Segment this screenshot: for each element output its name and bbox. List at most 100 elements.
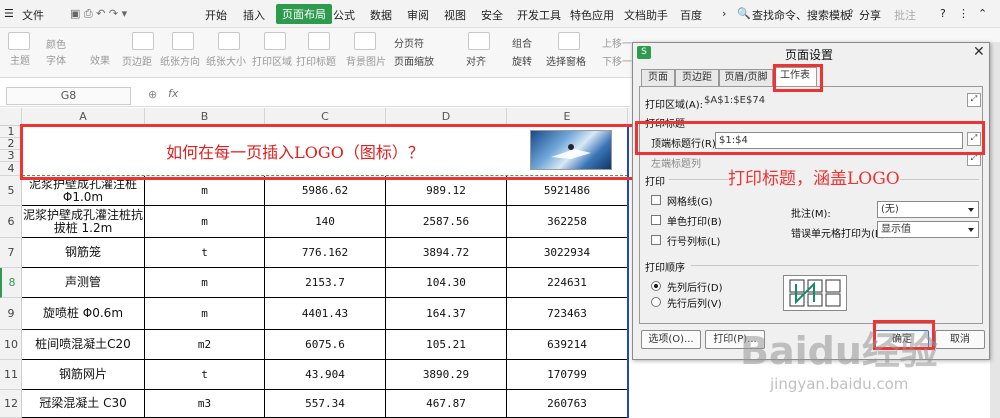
menu-item-special[interactable]: 特色应用: [570, 7, 614, 23]
ribbon-font[interactable]: 字体: [46, 52, 66, 67]
cell-e-row-12[interactable]: 260763: [507, 390, 628, 418]
name-box[interactable]: G8: [6, 87, 131, 105]
cell-b-row-12[interactable]: m3: [145, 390, 265, 418]
ribbon-page-break[interactable]: 分页符: [394, 35, 424, 50]
order-down-radio[interactable]: [651, 281, 661, 291]
ribbon-paper-size[interactable]: 纸张大小: [206, 53, 246, 68]
menu-item-data[interactable]: 数据: [370, 7, 392, 23]
cell-a-row-10[interactable]: 桩间喷混凝土C20: [22, 330, 145, 360]
cell-c-row-12[interactable]: 557.34: [265, 390, 386, 418]
gridlines-checkbox[interactable]: [651, 195, 661, 205]
cell-a-row-5[interactable]: 泥浆护壁成孔灌注桩 Φ1.0m: [22, 176, 145, 206]
menu-item-start[interactable]: 开始: [205, 7, 227, 23]
cell-d-row-8[interactable]: 104.30: [386, 268, 507, 298]
cell-a-row-6[interactable]: 泥浆护壁成孔灌注桩抗拔桩 1.2m: [22, 206, 145, 238]
margin-icon[interactable]: [132, 32, 154, 50]
row-header-3[interactable]: 3: [0, 150, 22, 162]
cell-b-row-7[interactable]: t: [145, 238, 265, 268]
cell-d-row-12[interactable]: 467.87: [386, 390, 507, 418]
cell-a-row-9[interactable]: 旋喷桩 Φ0.6m: [22, 298, 145, 330]
align-icon[interactable]: [468, 32, 490, 50]
tab-page[interactable]: 页面: [641, 69, 675, 86]
cell-c-row-9[interactable]: 4401.43: [265, 298, 386, 330]
cell-c-row-8[interactable]: 2153.7: [265, 268, 386, 298]
menu-icon[interactable]: ☰: [4, 7, 14, 20]
cell-e-row-9[interactable]: 723463: [507, 298, 628, 330]
ribbon-theme[interactable]: 主题: [10, 52, 30, 67]
cell-d-row-10[interactable]: 105.21: [386, 330, 507, 360]
more-icon[interactable]: ›: [722, 7, 726, 20]
ribbon-effect[interactable]: 效果: [90, 52, 110, 67]
ribbon-background-image[interactable]: 背景图片: [346, 53, 386, 68]
zoom-icon[interactable]: ⊕: [148, 88, 157, 101]
file-menu[interactable]: 文件: [22, 7, 44, 23]
menu-item-review[interactable]: 审阅: [407, 7, 429, 23]
comments-select[interactable]: (无): [877, 201, 979, 218]
cell-a-row-7[interactable]: 钢筋笼: [22, 238, 145, 268]
formula-input[interactable]: [192, 87, 628, 105]
menu-item-security[interactable]: 安全: [481, 7, 503, 23]
close-icon[interactable]: ✕: [973, 44, 985, 60]
menu-item-doc-assistant[interactable]: 文档助手: [624, 7, 668, 23]
row-header-10[interactable]: 10: [0, 330, 22, 360]
ribbon-print-area[interactable]: 打印区域: [252, 53, 292, 68]
cell-e-row-11[interactable]: 170799: [507, 360, 628, 390]
tab-margins[interactable]: 页边距: [675, 69, 719, 86]
row-header-7[interactable]: 7: [0, 238, 22, 268]
quick-access-icons[interactable]: ▣ ⎙ ↶ ↷ ▾: [70, 7, 127, 21]
print-area-input[interactable]: $A$1:$E$74: [701, 93, 963, 110]
cell-e-row-8[interactable]: 224631: [507, 268, 628, 298]
print-titles-icon[interactable]: [308, 32, 330, 50]
menu-item-developer[interactable]: 开发工具: [517, 7, 561, 23]
theme-icon[interactable]: [8, 32, 30, 50]
cell-c-row-6[interactable]: 140: [265, 206, 386, 238]
print-area-icon[interactable]: [264, 32, 286, 50]
cell-c-row-11[interactable]: 43.904: [265, 360, 386, 390]
ribbon-selection-pane[interactable]: 选择窗格: [546, 53, 586, 68]
cell-b-row-10[interactable]: m2: [145, 330, 265, 360]
row-header-8[interactable]: 8: [0, 268, 22, 298]
cell-c-row-5[interactable]: 5986.62: [265, 176, 386, 206]
cell-d-row-5[interactable]: 989.12: [386, 176, 507, 206]
share-button[interactable]: 分享: [859, 7, 881, 23]
cell-b-row-8[interactable]: m: [145, 268, 265, 298]
options-button[interactable]: 选项(O)...: [641, 330, 701, 349]
menu-item-insert[interactable]: 插入: [243, 7, 265, 23]
cell-d-row-9[interactable]: 164.37: [386, 298, 507, 330]
ribbon-orientation[interactable]: 纸张方向: [160, 53, 200, 68]
ribbon-color[interactable]: 颜色: [46, 36, 66, 51]
cell-a-row-12[interactable]: 冠梁混凝土 C30: [22, 390, 145, 418]
tab-header-footer[interactable]: 页眉/页脚: [719, 69, 773, 86]
range-select-icon[interactable]: ⤢: [967, 93, 981, 107]
cell-d-row-7[interactable]: 3894.72: [386, 238, 507, 268]
ribbon-bring-forward[interactable]: 上移一: [602, 35, 632, 50]
help-icon[interactable]: ?: [940, 7, 946, 20]
paper-size-icon[interactable]: [218, 32, 240, 50]
menu-item-view[interactable]: 视图: [444, 7, 466, 23]
comment-button[interactable]: 批注: [894, 7, 916, 23]
orientation-icon[interactable]: [172, 32, 194, 50]
row-header-9[interactable]: 9: [0, 298, 22, 330]
ribbon-page-zoom[interactable]: 页面缩放: [394, 53, 434, 68]
cell-b-row-5[interactable]: m: [145, 176, 265, 206]
errors-select[interactable]: 显示值: [877, 221, 979, 238]
cell-e-row-6[interactable]: 362258: [507, 206, 628, 238]
menu-item-page-layout[interactable]: 页面布局: [276, 4, 332, 24]
mono-checkbox[interactable]: [651, 215, 661, 225]
row-header-6[interactable]: 6: [0, 206, 22, 238]
more-options-icon[interactable]: ⋮: [958, 7, 969, 20]
cell-e-row-5[interactable]: 5921486: [507, 176, 628, 206]
ribbon-align[interactable]: 对齐: [466, 53, 486, 68]
selection-pane-icon[interactable]: [558, 32, 580, 50]
ribbon-print-titles[interactable]: 打印标题: [296, 53, 336, 68]
cell-e-row-10[interactable]: 639214: [507, 330, 628, 360]
menu-item-formula[interactable]: 公式: [333, 7, 355, 23]
ribbon-group[interactable]: 组合: [512, 35, 532, 50]
cell-e-row-7[interactable]: 3022934: [507, 238, 628, 268]
menu-item-baidu[interactable]: 百度: [680, 7, 702, 23]
order-over-radio[interactable]: [651, 297, 661, 307]
ribbon-rotate[interactable]: 旋转: [512, 53, 532, 68]
collapse-icon[interactable]: ⌃: [978, 7, 987, 20]
ribbon-send-backward[interactable]: 下移一: [602, 53, 632, 68]
row-header-5[interactable]: 5: [0, 176, 22, 206]
